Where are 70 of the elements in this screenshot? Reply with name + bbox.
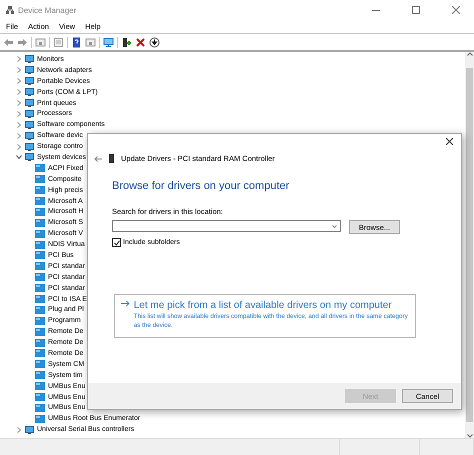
arrow-icon (121, 300, 130, 307)
download-icon[interactable] (149, 36, 160, 48)
device-folder-icon (35, 306, 45, 314)
device-folder-icon (35, 371, 45, 380)
device-folder-icon (35, 230, 45, 238)
device-folder-icon (35, 164, 45, 172)
back-arrow-icon[interactable] (3, 36, 14, 48)
back-arrow-icon[interactable] (94, 156, 102, 162)
device-folder-icon (35, 240, 45, 249)
device-folder-icon (35, 328, 45, 336)
device-folder-icon (35, 251, 45, 260)
device-folder-icon (35, 316, 45, 325)
collapsed-chevron-icon[interactable] (16, 67, 22, 74)
device-icon (25, 88, 34, 96)
collapsed-chevron-icon[interactable] (16, 122, 22, 128)
help-icon[interactable] (71, 36, 82, 48)
device-folder-icon (35, 186, 45, 194)
device-icon (25, 142, 34, 151)
monitor-icon[interactable] (103, 36, 114, 48)
device-add-icon[interactable] (121, 36, 132, 48)
caret-icon (332, 224, 337, 228)
window-title: Device Manager (18, 6, 78, 14)
device-folder-icon (35, 208, 45, 216)
collapsed-chevron-icon[interactable] (16, 144, 22, 150)
document-icon[interactable] (53, 36, 64, 48)
collapsed-chevron-icon[interactable] (16, 110, 22, 117)
device-icon (25, 77, 34, 86)
device-icon (25, 120, 34, 129)
collapsed-chevron-icon[interactable] (16, 56, 22, 62)
collapsed-chevron-icon[interactable] (16, 100, 22, 106)
device-folder-icon (35, 284, 45, 292)
device-icon (25, 99, 34, 107)
device-folder-icon (35, 360, 45, 368)
scrollbar[interactable] (465, 52, 474, 438)
device-folder-icon (35, 382, 45, 390)
checkbox[interactable] (112, 238, 121, 247)
device-folder-icon (35, 197, 45, 206)
maximize-icon[interactable] (412, 6, 420, 14)
scroll-up-icon (466, 52, 472, 56)
device-folder-icon (35, 349, 45, 358)
window-icon[interactable] (35, 36, 46, 48)
collapsed-chevron-icon[interactable] (16, 78, 22, 84)
device-folder-icon (35, 338, 45, 347)
device-folder-icon (35, 262, 45, 270)
expanded-chevron-icon[interactable] (16, 154, 22, 160)
device-folder-icon (35, 404, 45, 412)
device-icon (25, 153, 34, 162)
dialog-heading: Browse for drivers on your computer (112, 180, 290, 192)
device-folder-icon (35, 414, 45, 423)
close-icon[interactable] (446, 138, 453, 145)
device-icon (25, 66, 34, 74)
device-icon (25, 55, 34, 64)
device-folder-icon (35, 295, 45, 304)
collapsed-chevron-icon[interactable] (16, 89, 22, 96)
device-folder-icon (35, 218, 45, 227)
delete-icon[interactable] (135, 36, 146, 48)
device-folder-icon (35, 273, 45, 282)
device-icon (25, 132, 34, 140)
scroll-down-icon (466, 434, 472, 438)
app-icon (6, 6, 14, 14)
collapsed-chevron-icon[interactable] (16, 132, 22, 139)
memory-chip-icon (109, 154, 114, 163)
device-folder-icon (35, 175, 45, 184)
location-combo-field[interactable] (112, 220, 341, 232)
collapsed-chevron-icon[interactable] (16, 426, 22, 433)
device-icon (25, 110, 34, 118)
forward-arrow-icon[interactable] (17, 36, 28, 48)
device-folder-icon (35, 393, 45, 402)
device-icon (25, 426, 34, 434)
option-title: Let me pick from a list of available drivers on my computer (134, 300, 393, 311)
